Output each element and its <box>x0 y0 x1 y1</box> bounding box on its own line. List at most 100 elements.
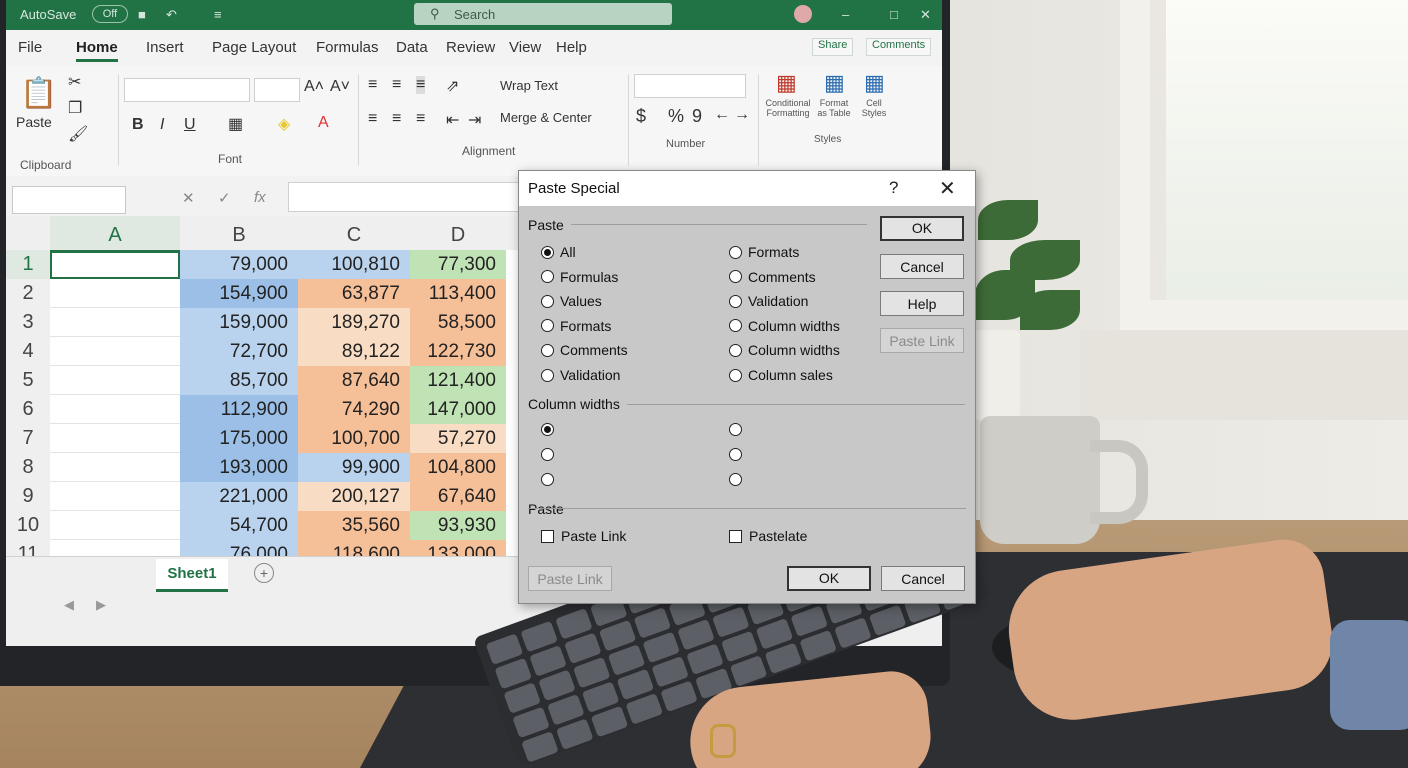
paste-option-column-widths-radio[interactable]: Column widths <box>729 318 840 334</box>
tab-help[interactable]: Help <box>556 39 587 56</box>
enter-formula-icon[interactable]: ✓ <box>218 189 231 207</box>
tab-page-layout[interactable]: Page Layout <box>212 39 296 56</box>
tab-data[interactable]: Data <box>396 39 428 56</box>
search-box[interactable]: ⚲ Search <box>414 3 672 25</box>
underline-button[interactable]: U <box>184 116 196 134</box>
cell[interactable] <box>50 279 180 308</box>
increase-decimal-icon[interactable]: ← <box>714 106 730 124</box>
bold-button[interactable]: B <box>132 116 144 134</box>
cell-b6[interactable]: 112,900 <box>180 395 298 424</box>
next-sheet-icon[interactable]: ▶ <box>96 597 106 613</box>
column-header-b[interactable]: B <box>180 216 299 250</box>
paste-option-comments-radio[interactable]: Comments <box>729 269 816 285</box>
restore-icon[interactable]: □ <box>890 7 898 22</box>
align-right-icon[interactable]: ≡ <box>416 110 425 128</box>
cell-d1[interactable]: 77,300 <box>410 250 506 279</box>
fill-color-icon[interactable]: ◈ <box>278 114 290 134</box>
font-name-select[interactable] <box>124 78 250 102</box>
cell-c7[interactable]: 100,700 <box>298 424 410 453</box>
row-header-4[interactable]: 4 <box>6 337 50 367</box>
cell-b10[interactable]: 54,700 <box>180 511 298 540</box>
cancel-button-top[interactable]: Cancel <box>880 254 964 279</box>
column-header-a[interactable]: A <box>50 216 181 253</box>
share-button[interactable]: Share <box>812 38 854 56</box>
prev-sheet-icon[interactable]: ◀ <box>64 597 74 613</box>
close-icon[interactable]: ✕ <box>939 176 956 201</box>
tab-home[interactable]: Home <box>76 39 118 62</box>
font-shrink-icon[interactable]: A˅ <box>330 78 350 96</box>
column-header-d[interactable]: D <box>410 216 507 250</box>
select-all-corner[interactable] <box>6 216 51 250</box>
cell-b3[interactable]: 159,000 <box>180 308 298 337</box>
cancel-button[interactable]: Cancel <box>881 566 965 591</box>
font-grow-icon[interactable]: A˄ <box>304 78 324 96</box>
help-icon[interactable]: ? <box>889 178 898 198</box>
row-header-8[interactable]: 8 <box>6 453 50 483</box>
save-icon[interactable]: ■ <box>138 7 146 22</box>
percent-button[interactable]: % <box>668 106 684 127</box>
cell-styles-icon[interactable]: ▦ <box>864 70 885 96</box>
cell-d2[interactable]: 113,400 <box>410 279 506 308</box>
cell[interactable] <box>50 511 180 540</box>
cell-d3[interactable]: 58,500 <box>410 308 506 337</box>
merge-center-button[interactable]: Merge & Center <box>500 110 592 125</box>
cell-c9[interactable]: 200,127 <box>298 482 410 511</box>
cell-d9[interactable]: 67,640 <box>410 482 506 511</box>
cell[interactable] <box>50 337 180 366</box>
format-painter-icon[interactable]: 🖌 <box>68 124 88 144</box>
cell-d6[interactable]: 147,000 <box>410 395 506 424</box>
cell-d7[interactable]: 57,270 <box>410 424 506 453</box>
add-sheet-button[interactable]: + <box>254 563 274 583</box>
decrease-indent-icon[interactable]: ⇤ <box>446 110 459 130</box>
paste-option-column-widths-radio[interactable]: Column widths <box>729 342 840 358</box>
paste-link-button-bottom[interactable]: Paste Link <box>528 566 612 591</box>
paste-option-all-radio[interactable]: All <box>541 244 576 260</box>
tab-insert[interactable]: Insert <box>146 39 184 56</box>
cell-b1[interactable]: 79,000 <box>180 250 298 279</box>
paste-link-button-top[interactable]: Paste Link <box>880 328 964 353</box>
row-header-7[interactable]: 7 <box>6 424 50 454</box>
close-icon[interactable]: ✕ <box>920 7 931 23</box>
column-widths-radio-5[interactable] <box>729 448 748 461</box>
sheet-tab-sheet1[interactable]: Sheet1 <box>156 559 228 592</box>
paste-option-comments-radio[interactable]: Comments <box>541 342 628 358</box>
align-top-icon[interactable]: ≡ <box>368 76 377 94</box>
undo-icon[interactable]: ↶ <box>166 7 177 23</box>
row-header-5[interactable]: 5 <box>6 366 50 396</box>
cell-b8[interactable]: 193,000 <box>180 453 298 482</box>
column-widths-radio-2[interactable] <box>541 448 560 461</box>
cell[interactable] <box>50 366 180 395</box>
ok-button-top[interactable]: OK <box>880 216 964 241</box>
paste-option-formulas-radio[interactable]: Formulas <box>541 269 618 285</box>
cell-d5[interactable]: 121,400 <box>410 366 506 395</box>
cell-c4[interactable]: 89,122 <box>298 337 410 366</box>
paste-link-checkbox[interactable]: Paste Link <box>541 528 626 544</box>
tab-formulas[interactable]: Formulas <box>316 39 379 56</box>
insert-function-icon[interactable]: fx <box>254 189 266 206</box>
cell-c2[interactable]: 63,877 <box>298 279 410 308</box>
conditional-formatting-button[interactable]: Conditional Formatting <box>760 98 816 118</box>
cell-d4[interactable]: 122,730 <box>410 337 506 366</box>
column-widths-radio-4[interactable] <box>729 423 748 436</box>
wrap-text-button[interactable]: Wrap Text <box>500 78 558 93</box>
cell-c1[interactable]: 100,810 <box>298 250 410 279</box>
paste-option-values-radio[interactable]: Values <box>541 293 602 309</box>
paste-option-formats-radio[interactable]: Formats <box>729 244 799 260</box>
cell-d10[interactable]: 93,930 <box>410 511 506 540</box>
font-color-icon[interactable]: A <box>318 114 329 132</box>
currency-button[interactable]: $ <box>636 106 646 127</box>
tab-view[interactable]: View <box>509 39 541 56</box>
format-as-table-button[interactable]: Format as Table <box>814 98 854 118</box>
paste-option-validation-radio[interactable]: Validation <box>729 293 808 309</box>
row-header-10[interactable]: 10 <box>6 511 50 541</box>
cell[interactable] <box>50 308 180 337</box>
decrease-decimal-icon[interactable]: → <box>734 106 750 124</box>
column-header-c[interactable]: C <box>298 216 411 250</box>
cell-c3[interactable]: 189,270 <box>298 308 410 337</box>
name-box[interactable] <box>12 186 126 214</box>
align-left-icon[interactable]: ≡ <box>368 110 377 128</box>
row-header-6[interactable]: 6 <box>6 395 50 425</box>
cell-b5[interactable]: 85,700 <box>180 366 298 395</box>
paste-option-validation-radio[interactable]: Validation <box>541 367 620 383</box>
borders-icon[interactable]: ▦ <box>228 114 243 134</box>
